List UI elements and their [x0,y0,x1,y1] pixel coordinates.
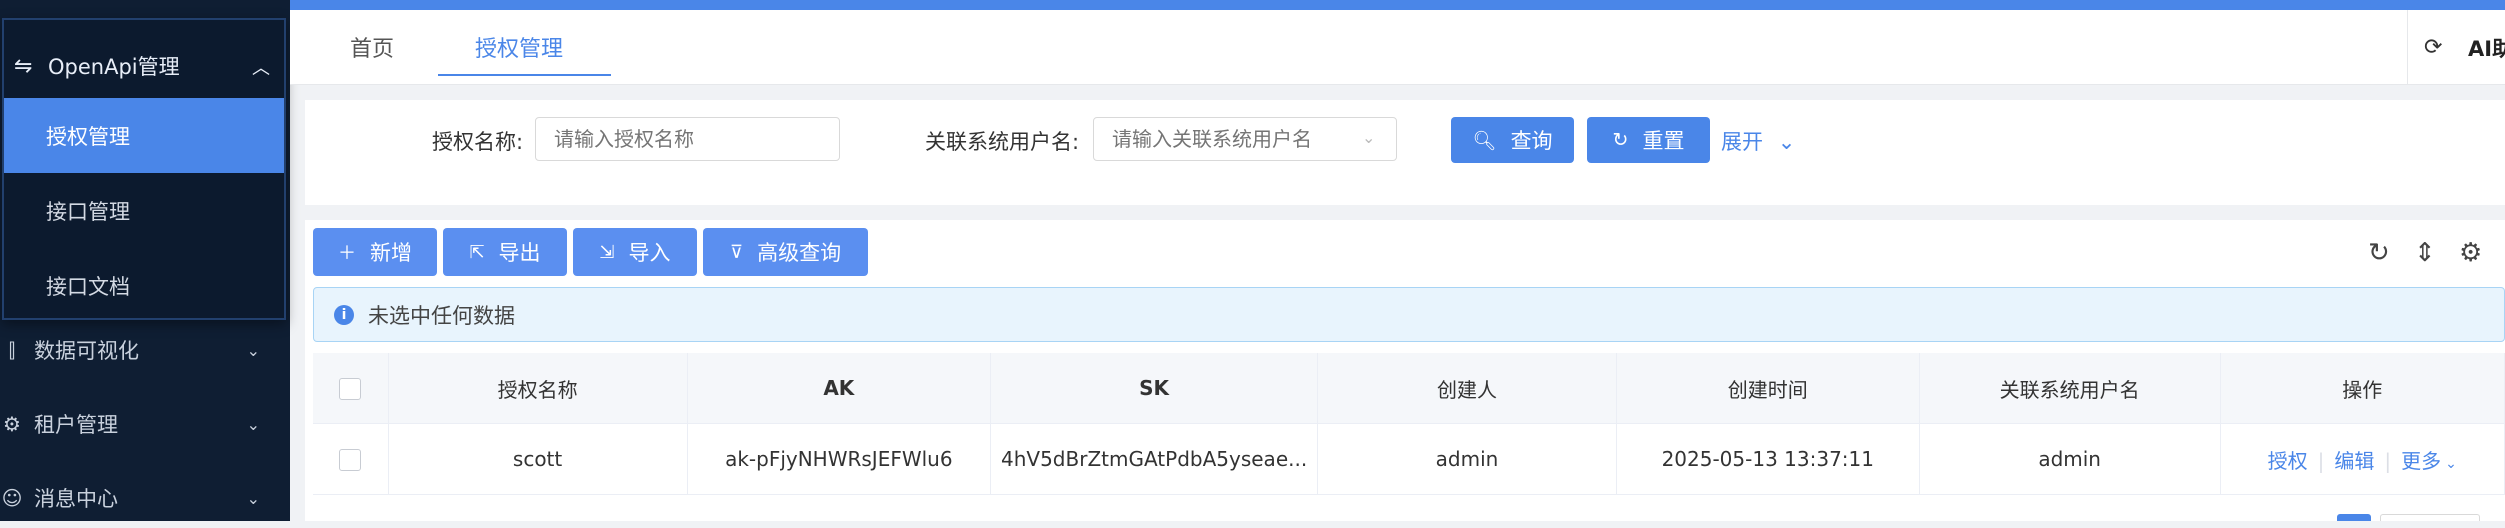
sidebar-item-messages[interactable]: ☺ 消息中心 ⌄ [0,468,290,528]
submenu-item-label: 授权管理 [46,124,130,149]
tab-authorization[interactable]: 授权管理 [475,10,563,84]
add-button-label: 新增 [370,241,412,265]
cell-created-at: 2025-05-13 13:37:11 [1616,423,1920,495]
message-icon: ☺ [1,486,23,510]
refresh-icon[interactable]: ⟳ [2424,35,2442,60]
sidebar-item-label: 租户管理 [34,413,118,437]
cell-actions: 授权 | 编辑 | 更多 ⌄ [2220,423,2505,495]
expand-link-label: 展开 [1721,130,1763,154]
submenu-title: OpenApi管理 [48,55,180,79]
tab-label: 首页 [350,37,395,62]
advanced-query-button-label: 高级查询 [757,241,842,265]
chevron-down-icon: ⌄ [1777,130,1796,154]
sidebar-item-label: 消息中心 [34,487,118,511]
reset-icon: ↻ [1612,129,1629,151]
pagination-current-page[interactable] [2337,514,2371,521]
chevron-down-icon: ⌄ [1362,128,1376,147]
import-button[interactable]: ⇲ 导入 [573,228,697,276]
tab-bar: 首页 授权管理 [290,10,2505,85]
query-button-label: 查询 [1510,129,1553,153]
linked-user-select[interactable] [1093,117,1397,161]
advanced-query-button[interactable]: ⊽ 高级查询 [703,228,868,276]
selection-info-alert: i 未选中任何数据 [313,287,2505,342]
info-icon: i [334,304,354,325]
cell-sk: 4hV5dBrZtmGAtPdbA5yseae... [990,423,1319,495]
chart-icon: ⫿ [8,338,16,362]
ai-assistant-label[interactable]: AI助 [2468,33,2505,63]
openapi-submenu-popup: ⇋ OpenApi管理 ︿ 授权管理 接口管理 接口文档 [2,18,286,320]
row-checkbox[interactable] [339,449,362,472]
submenu-header-openapi[interactable]: ⇋ OpenApi管理 ︿ [4,38,284,94]
filter-icon: ⊽ [729,241,744,263]
select-all-checkbox-cell[interactable] [313,353,389,424]
sidebar-item-tenant[interactable]: ⚙ 租户管理 ⌄ [0,394,290,454]
settings-icon[interactable]: ⚙ [2459,238,2482,268]
alert-text: 未选中任何数据 [368,303,515,328]
cell-ak: ak-pFjyNHWRsJEFWlu6 [687,423,992,495]
column-header: 创建时间 [1616,353,1920,424]
sidebar-item-label: 数据可视化 [34,339,139,363]
reload-icon[interactable]: ↻ [2368,238,2390,268]
gear-icon: ⚙ [3,412,21,436]
divider: | [2317,448,2325,473]
more-link-label: 更多 [2401,448,2442,473]
reset-button-label: 重置 [1642,129,1685,153]
table-header-row: 授权名称 AK SK 创建人 创建时间 关联系统用户名 操作 [313,353,2505,424]
column-header: SK [990,353,1319,424]
column-height-icon[interactable]: ⇕ [2414,238,2436,268]
expand-link[interactable]: 展开 ⌄ [1721,126,1795,156]
table-row: scott ak-pFjyNHWRsJEFWlu6 4hV5dBrZtmGAtP… [313,423,2505,495]
search-icon: 🔍︎ [1472,129,1497,152]
reset-button[interactable]: ↻ 重置 [1587,117,1710,163]
chevron-up-icon: ︿ [252,58,270,79]
active-tab-indicator [438,74,611,76]
chevron-down-icon: ⌄ [246,488,260,508]
chevron-down-icon: ⌄ [246,414,260,434]
auth-name-input[interactable] [535,117,840,161]
more-link[interactable]: 更多 ⌄ [2401,449,2457,473]
chevron-down-icon: ⌄ [246,340,260,360]
submenu-item-api-docs[interactable]: 接口文档 [4,248,284,323]
top-accent-strip [290,0,2505,10]
authorize-link[interactable]: 授权 [2268,449,2308,473]
tab-label: 授权管理 [475,37,564,62]
plus-icon: ＋ [338,243,356,264]
swap-icon: ⇋ [14,53,33,79]
column-header: 关联系统用户名 [1919,353,2221,424]
authorization-table: 授权名称 AK SK 创建人 创建时间 关联系统用户名 操作 scott ak-… [313,353,2505,495]
chevron-down-icon: ⌄ [2445,455,2457,472]
add-button[interactable]: ＋ 新增 [313,228,437,276]
export-icon: ⇱ [469,241,485,263]
column-header: 操作 [2220,353,2505,424]
column-header: 创建人 [1317,353,1617,424]
column-header: 授权名称 [388,353,688,424]
pagination-size-select[interactable] [2380,514,2480,521]
cell-creator: admin [1317,423,1617,495]
row-checkbox-cell[interactable] [313,423,389,495]
select-all-checkbox[interactable] [339,378,362,401]
cell-linked-user: admin [1919,423,2221,495]
edit-link[interactable]: 编辑 [2334,449,2374,473]
sidebar-item-data-visualization[interactable]: ⫿ 数据可视化 ⌄ [0,320,290,380]
export-button[interactable]: ⇱ 导出 [443,228,567,276]
column-header: AK [687,353,992,424]
submenu-item-api-management[interactable]: 接口管理 [4,173,284,248]
query-button[interactable]: 🔍︎ 查询 [1451,117,1574,163]
import-icon: ⇲ [599,241,615,263]
linked-user-label: 关联系统用户名: [925,130,1080,154]
submenu-item-label: 接口文档 [46,274,130,299]
auth-name-label: 授权名称: [432,130,524,154]
divider: | [2384,448,2392,473]
export-button-label: 导出 [498,241,541,265]
cell-auth-name: scott [388,423,688,495]
submenu-item-authorization[interactable]: 授权管理 [4,98,284,173]
import-button-label: 导入 [628,241,671,265]
sidebar: ⫿ 数据可视化 ⌄ ⚙ 租户管理 ⌄ ☺ 消息中心 ⌄ ⇋ OpenApi管理 … [0,0,290,521]
submenu-item-label: 接口管理 [46,199,130,224]
tab-home[interactable]: 首页 [350,10,394,84]
